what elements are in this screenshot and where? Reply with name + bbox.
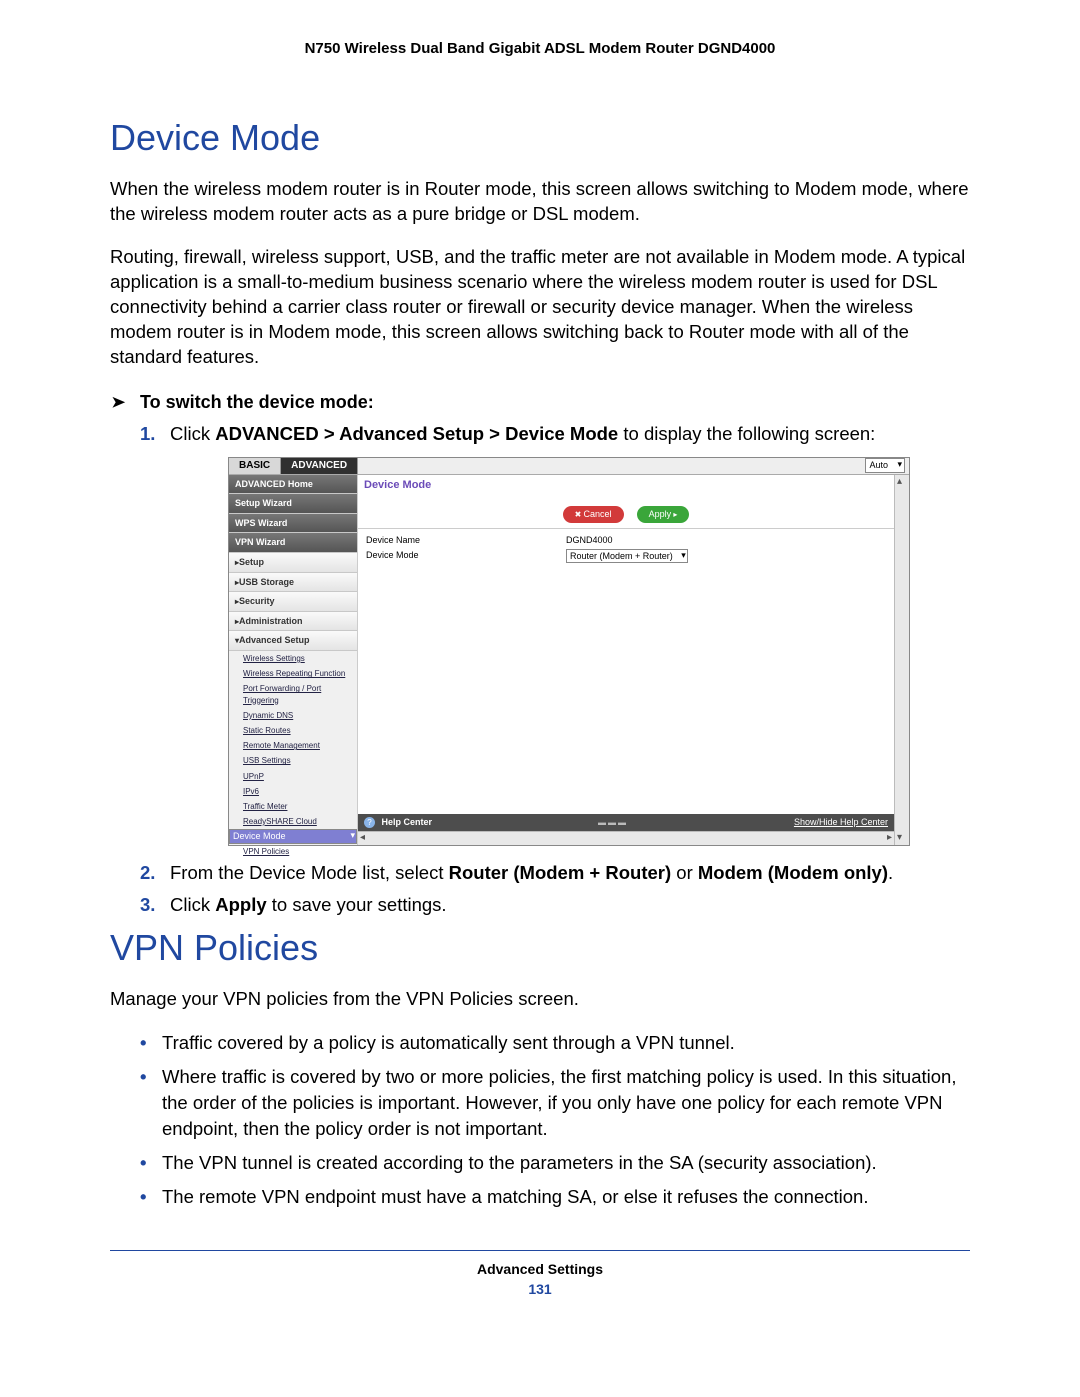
- sidebar-item-advanced-home[interactable]: ADVANCED Home: [229, 475, 357, 495]
- sidebar-sub-wireless-settings[interactable]: Wireless Settings: [229, 651, 357, 666]
- bullet-item: Where traffic is covered by two or more …: [140, 1064, 970, 1142]
- sidebar-item-wps-wizard[interactable]: WPS Wizard: [229, 514, 357, 534]
- footer-section: Advanced Settings: [110, 1261, 970, 1277]
- sidebar-sub-traffic-meter[interactable]: Traffic Meter: [229, 799, 357, 814]
- page-number: 131: [110, 1281, 970, 1297]
- sidebar: ADVANCED Home Setup Wizard WPS Wizard VP…: [229, 475, 358, 845]
- label-device-name: Device Name: [366, 534, 566, 547]
- toggle-help-link[interactable]: Show/Hide Help Center: [794, 816, 888, 829]
- bullet-item: The VPN tunnel is created according to t…: [140, 1150, 970, 1176]
- sidebar-sub-dynamic-dns[interactable]: Dynamic DNS: [229, 708, 357, 723]
- document-header: N750 Wireless Dual Band Gigabit ADSL Mod…: [110, 40, 970, 57]
- tab-basic[interactable]: BASIC: [229, 458, 281, 474]
- option-router: Router (Modem + Router): [449, 862, 672, 883]
- sidebar-sub-usb-settings[interactable]: USB Settings: [229, 753, 357, 768]
- cancel-button[interactable]: Cancel: [563, 506, 624, 523]
- option-modem: Modem (Modem only): [698, 862, 888, 883]
- footer-rule: [110, 1250, 970, 1251]
- sidebar-sub-wireless-repeating[interactable]: Wireless Repeating Function: [229, 666, 357, 681]
- sidebar-sub-static-routes[interactable]: Static Routes: [229, 723, 357, 738]
- text: .: [888, 862, 893, 883]
- step-1: Click ADVANCED > Advanced Setup > Device…: [140, 421, 970, 846]
- sidebar-sub-remote-management[interactable]: Remote Management: [229, 738, 357, 753]
- sidebar-sub-readyshare-cloud[interactable]: ReadySHARE Cloud: [229, 814, 357, 829]
- tab-advanced[interactable]: ADVANCED: [281, 458, 358, 474]
- text: Click: [170, 894, 215, 915]
- label-device-mode: Device Mode: [366, 549, 566, 564]
- sidebar-sub-device-mode[interactable]: Device Mode: [229, 829, 357, 844]
- content-pane: Device Mode Cancel Apply Device Name DGN…: [358, 475, 894, 845]
- text: From the Device Mode list, select: [170, 862, 449, 883]
- sidebar-item-usb-storage[interactable]: USB Storage: [229, 573, 357, 593]
- text: Click: [170, 423, 215, 444]
- help-center-label: Help Center: [382, 817, 433, 827]
- sidebar-item-administration[interactable]: Administration: [229, 612, 357, 632]
- drag-grip-icon[interactable]: ▬▬▬: [432, 817, 794, 828]
- language-select[interactable]: Auto: [865, 458, 905, 473]
- bullet-item: Traffic covered by a policy is automatic…: [140, 1030, 970, 1056]
- text: to display the following screen:: [618, 423, 875, 444]
- bullet-item: The remote VPN endpoint must have a matc…: [140, 1184, 970, 1210]
- heading-vpn-policies: VPN Policies: [110, 927, 970, 969]
- tab-bar: BASIC ADVANCED Auto: [229, 458, 909, 475]
- procedure-heading: To switch the device mode:: [140, 392, 970, 413]
- paragraph: Routing, firewall, wireless support, USB…: [110, 245, 970, 370]
- vertical-scrollbar[interactable]: [894, 475, 909, 845]
- help-icon[interactable]: ?: [364, 817, 375, 828]
- form-row-device-mode: Device Mode Router (Modem + Router): [366, 548, 886, 565]
- sidebar-sub-ipv6[interactable]: IPv6: [229, 784, 357, 799]
- text: to save your settings.: [267, 894, 447, 915]
- sidebar-sub-upnp[interactable]: UPnP: [229, 769, 357, 784]
- sidebar-item-advanced-setup[interactable]: Advanced Setup: [229, 631, 357, 651]
- horizontal-scrollbar[interactable]: [358, 831, 894, 845]
- help-bar: ? Help Center ▬▬▬ Show/Hide Help Center: [358, 814, 894, 831]
- pane-title: Device Mode: [358, 475, 894, 496]
- paragraph: Manage your VPN policies from the VPN Po…: [110, 987, 970, 1012]
- value-device-name: DGND4000: [566, 534, 613, 547]
- sidebar-sub-port-forwarding[interactable]: Port Forwarding / Port Triggering: [229, 681, 357, 707]
- sidebar-item-setup-wizard[interactable]: Setup Wizard: [229, 494, 357, 514]
- button-row: Cancel Apply: [358, 496, 894, 529]
- breadcrumb-path: ADVANCED > Advanced Setup > Device Mode: [215, 423, 618, 444]
- heading-device-mode: Device Mode: [110, 117, 970, 159]
- paragraph: When the wireless modem router is in Rou…: [110, 177, 970, 227]
- step-2: From the Device Mode list, select Router…: [140, 860, 970, 886]
- sidebar-sub-vpn-policies[interactable]: VPN Policies: [229, 844, 357, 859]
- text: or: [671, 862, 698, 883]
- apply-label: Apply: [215, 894, 266, 915]
- form-row-device-name: Device Name DGND4000: [366, 533, 886, 548]
- select-device-mode[interactable]: Router (Modem + Router): [566, 549, 688, 564]
- step-3: Click Apply to save your settings.: [140, 892, 970, 918]
- screenshot-device-mode: BASIC ADVANCED Auto ADVANCED Home Setup …: [228, 457, 910, 846]
- sidebar-item-vpn-wizard[interactable]: VPN Wizard: [229, 533, 357, 553]
- sidebar-item-security[interactable]: Security: [229, 592, 357, 612]
- apply-button[interactable]: Apply: [637, 506, 690, 523]
- sidebar-item-setup[interactable]: Setup: [229, 553, 357, 573]
